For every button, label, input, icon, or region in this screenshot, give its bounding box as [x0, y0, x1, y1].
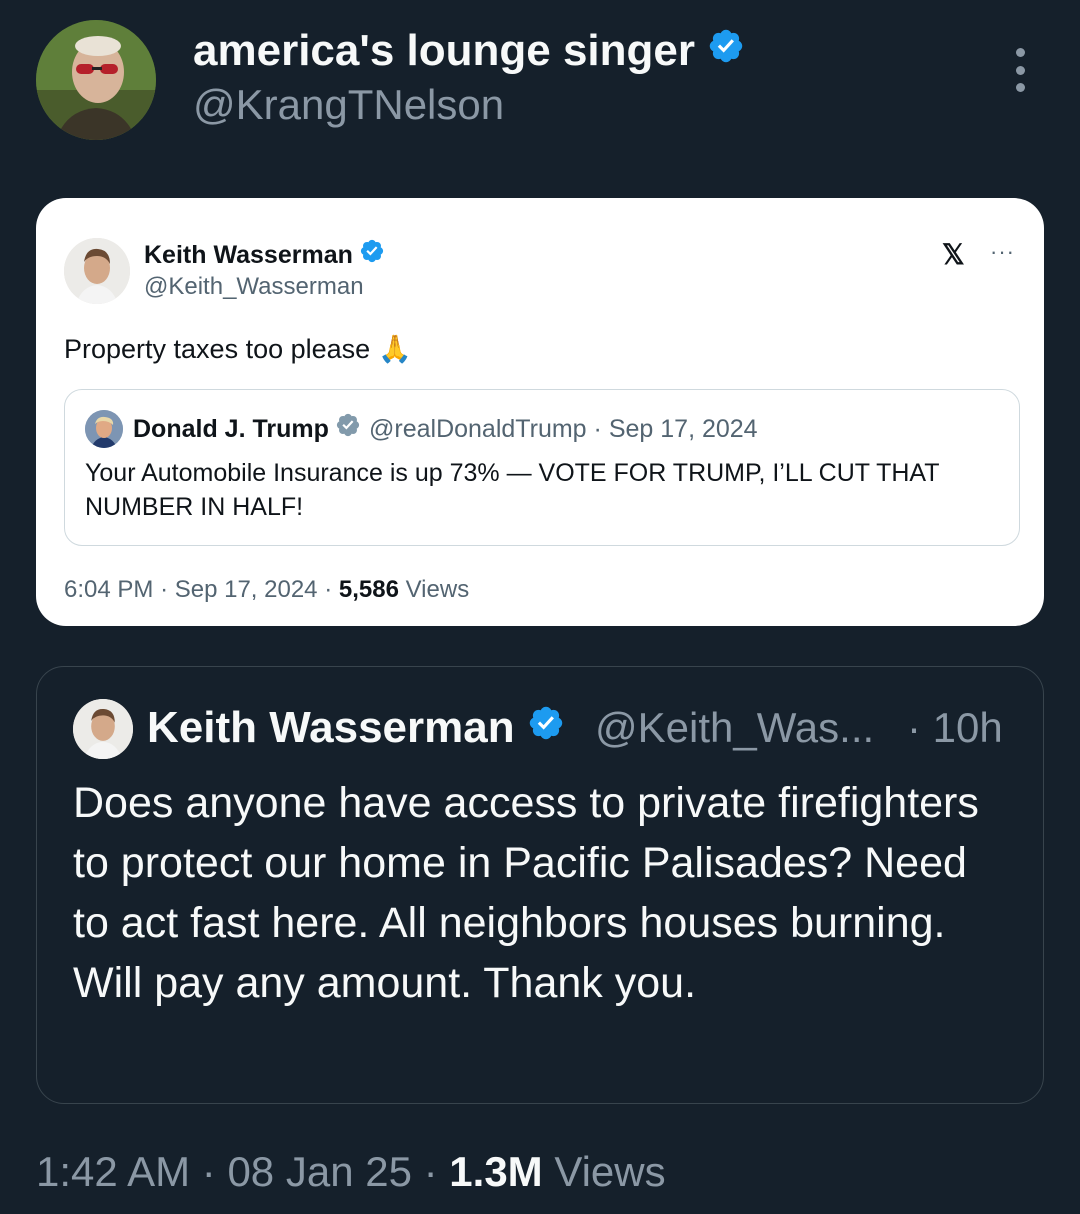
separator: ·	[324, 576, 333, 603]
tweet-time[interactable]: 1:42 AM	[36, 1148, 190, 1195]
screenshot-views-label: Views	[405, 576, 470, 603]
separator: ·	[593, 415, 602, 443]
quote-text: Your Automobile Insurance is up 73% — VO…	[85, 459, 940, 521]
quoted-tweet-time[interactable]: · 10h	[907, 701, 1003, 755]
quoted-tweet[interactable]: Keith Wasserman @Keith_Was... · 10h Does…	[36, 666, 1044, 1104]
screenshot-footer: 6:04 PM · Sep 17, 2024 · 5,586 Views	[64, 574, 469, 606]
views-label[interactable]: Views	[554, 1148, 665, 1195]
screenshot-time: 6:04 PM	[64, 576, 154, 603]
screenshot-avatar	[64, 238, 130, 304]
verified-badge-icon	[707, 26, 745, 76]
author-handle[interactable]: @KrangTNelson	[193, 80, 504, 130]
separator: ·	[423, 1148, 438, 1195]
quoted-tweet-avatar[interactable]	[73, 699, 133, 759]
quote-date: Sep 17, 2024	[608, 415, 758, 443]
screenshot-views-count: 5,586	[338, 576, 399, 603]
tweet-footer: 1:42 AM · 08 Jan 25 · 1.3M Views	[36, 1146, 666, 1198]
quote-author-name: Donald J. Trump	[133, 412, 361, 446]
separator: ·	[201, 1148, 216, 1195]
verified-badge-icon	[527, 701, 565, 755]
screenshot-image[interactable]: Keith Wasserman @Keith_Wasserman 𝕏 ··· P…	[36, 198, 1044, 626]
quoted-tweet-handle[interactable]: @Keith_Was...	[595, 701, 874, 755]
screenshot-author-handle: @Keith_Wasserman	[144, 273, 364, 300]
screenshot-tweet-body: Property taxes too please	[64, 334, 371, 364]
quoted-tweet-author-name[interactable]: Keith Wasserman	[147, 701, 565, 755]
x-logo-icon: 𝕏	[942, 239, 965, 270]
quote-author-handle: @realDonaldTrump	[369, 415, 587, 443]
screenshot-author-name: Keith Wasserman	[144, 238, 385, 272]
more-options-icon: ···	[990, 239, 1015, 264]
screenshot-quote-box: Donald J. Trump @realDonaldTrump · Sep 1…	[64, 389, 1020, 546]
screenshot-date: Sep 17, 2024	[174, 576, 318, 603]
screenshot-author-name-text: Keith Wasserman	[144, 241, 353, 269]
quote-meta: @realDonaldTrump · Sep 17, 2024	[369, 413, 758, 445]
quoted-tweet-author-name-text: Keith Wasserman	[147, 703, 515, 752]
screenshot-tweet-text: Property taxes too please 🙏	[64, 332, 412, 366]
author-name[interactable]: america's lounge singer	[193, 26, 745, 76]
separator: ·	[160, 576, 169, 603]
folded-hands-emoji: 🙏	[378, 334, 412, 364]
more-options-icon[interactable]	[1002, 48, 1038, 92]
author-avatar[interactable]	[36, 20, 156, 140]
quote-avatar	[85, 410, 123, 448]
author-name-text: america's lounge singer	[193, 26, 695, 75]
quote-author-name-text: Donald J. Trump	[133, 415, 329, 443]
views-count[interactable]: 1.3M	[449, 1148, 542, 1195]
verified-badge-icon	[359, 238, 385, 272]
tweet-date[interactable]: 08 Jan 25	[227, 1148, 412, 1195]
verified-badge-icon	[335, 412, 361, 446]
quoted-tweet-text: Does anyone have access to private firef…	[73, 779, 979, 1007]
